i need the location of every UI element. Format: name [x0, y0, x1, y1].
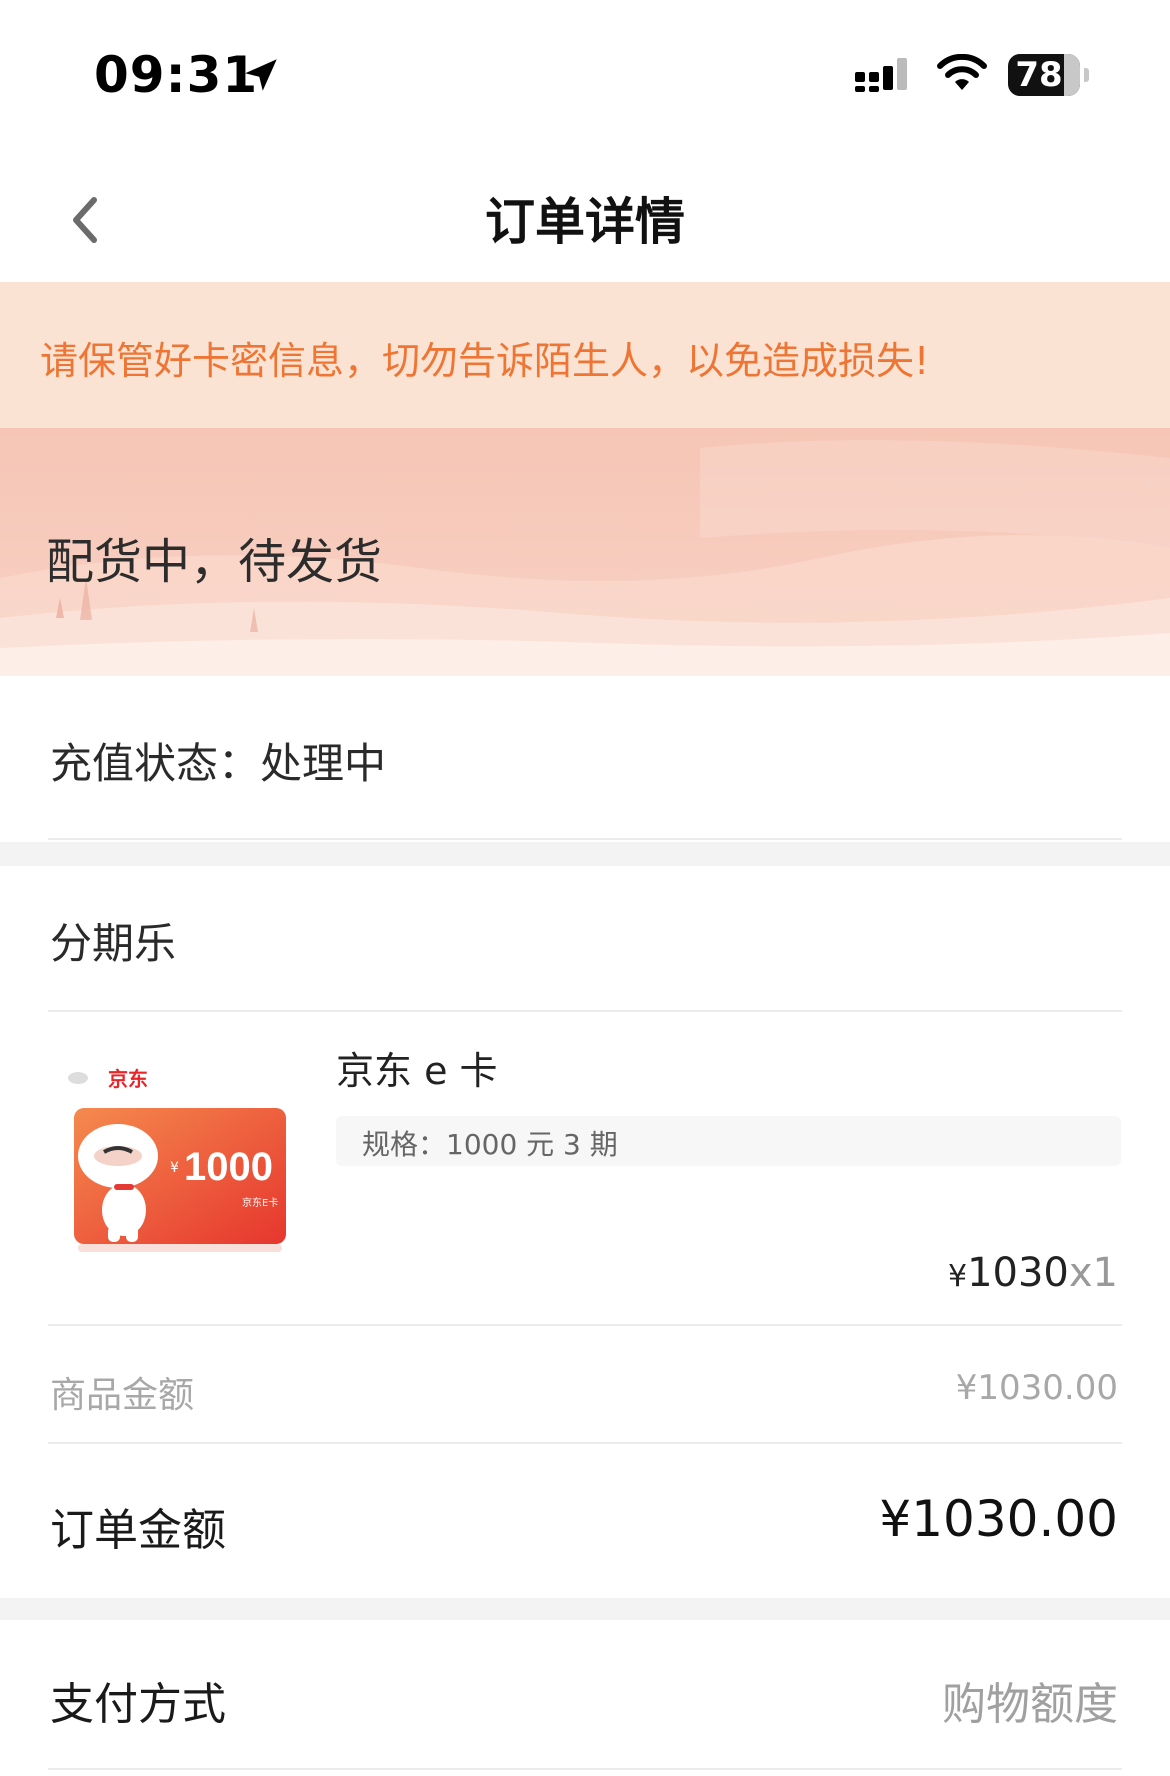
- product-spec: 规格：1000 元 3 期: [336, 1116, 1121, 1166]
- product-price: ¥1030x1: [948, 1250, 1118, 1296]
- battery-icon: 78: [1008, 54, 1089, 96]
- product-thumbnail[interactable]: 京东 ¥ 1000 京东E卡: [64, 1060, 300, 1260]
- divider: [48, 1010, 1122, 1012]
- wifi-icon: [937, 54, 987, 90]
- price-currency: ¥: [947, 1259, 968, 1294]
- section-gap: [0, 1598, 1170, 1620]
- recharge-status-text: 充值状态：处理中: [50, 739, 387, 788]
- order-total-label: 订单金额: [50, 1505, 226, 1556]
- section-gap: [0, 842, 1170, 866]
- status-bar: 09:31 78: [0, 0, 1170, 150]
- status-time: 09:31: [94, 46, 259, 104]
- payment-method-value[interactable]: 购物额度: [942, 1668, 1118, 1732]
- divider: [48, 1768, 1122, 1770]
- divider: [48, 838, 1122, 840]
- divider: [48, 1324, 1122, 1326]
- page-title: 订单详情: [485, 193, 685, 251]
- payment-method-label: 支付方式: [50, 1679, 226, 1730]
- subtotal-value: ¥1030.00: [955, 1368, 1118, 1408]
- order-total-value: ¥1030.00: [879, 1490, 1118, 1548]
- thumb-caption: 京东E卡: [242, 1196, 278, 1209]
- product-quantity: x1: [1068, 1250, 1118, 1296]
- subtotal-label: 商品金额: [50, 1375, 195, 1416]
- product-spec-text: 规格：1000 元 3 期: [362, 1128, 618, 1161]
- thumb-currency: ¥: [170, 1160, 179, 1176]
- merchant-name: 分期乐: [50, 919, 177, 968]
- divider: [48, 1442, 1122, 1444]
- thumb-amount: 1000: [184, 1145, 273, 1189]
- price-value: 1030: [967, 1250, 1069, 1296]
- location-arrow-icon: [245, 59, 277, 91]
- nav-bar: 订单详情: [0, 150, 1170, 282]
- cellular-signal-icon: [855, 58, 907, 92]
- battery-level: 78: [1015, 55, 1063, 95]
- order-status-banner: 配货中，待发货: [0, 428, 1170, 676]
- thumb-brand-text: 京东: [108, 1067, 148, 1091]
- warning-banner: 请保管好卡密信息，切勿告诉陌生人，以免造成损失!: [0, 282, 1170, 428]
- order-status-title: 配货中，待发货: [46, 534, 383, 590]
- warning-text: 请保管好卡密信息，切勿告诉陌生人，以免造成损失!: [40, 339, 930, 383]
- product-name[interactable]: 京东 e 卡: [336, 1040, 498, 1095]
- recharge-status-row: 充值状态：处理中: [0, 676, 1170, 842]
